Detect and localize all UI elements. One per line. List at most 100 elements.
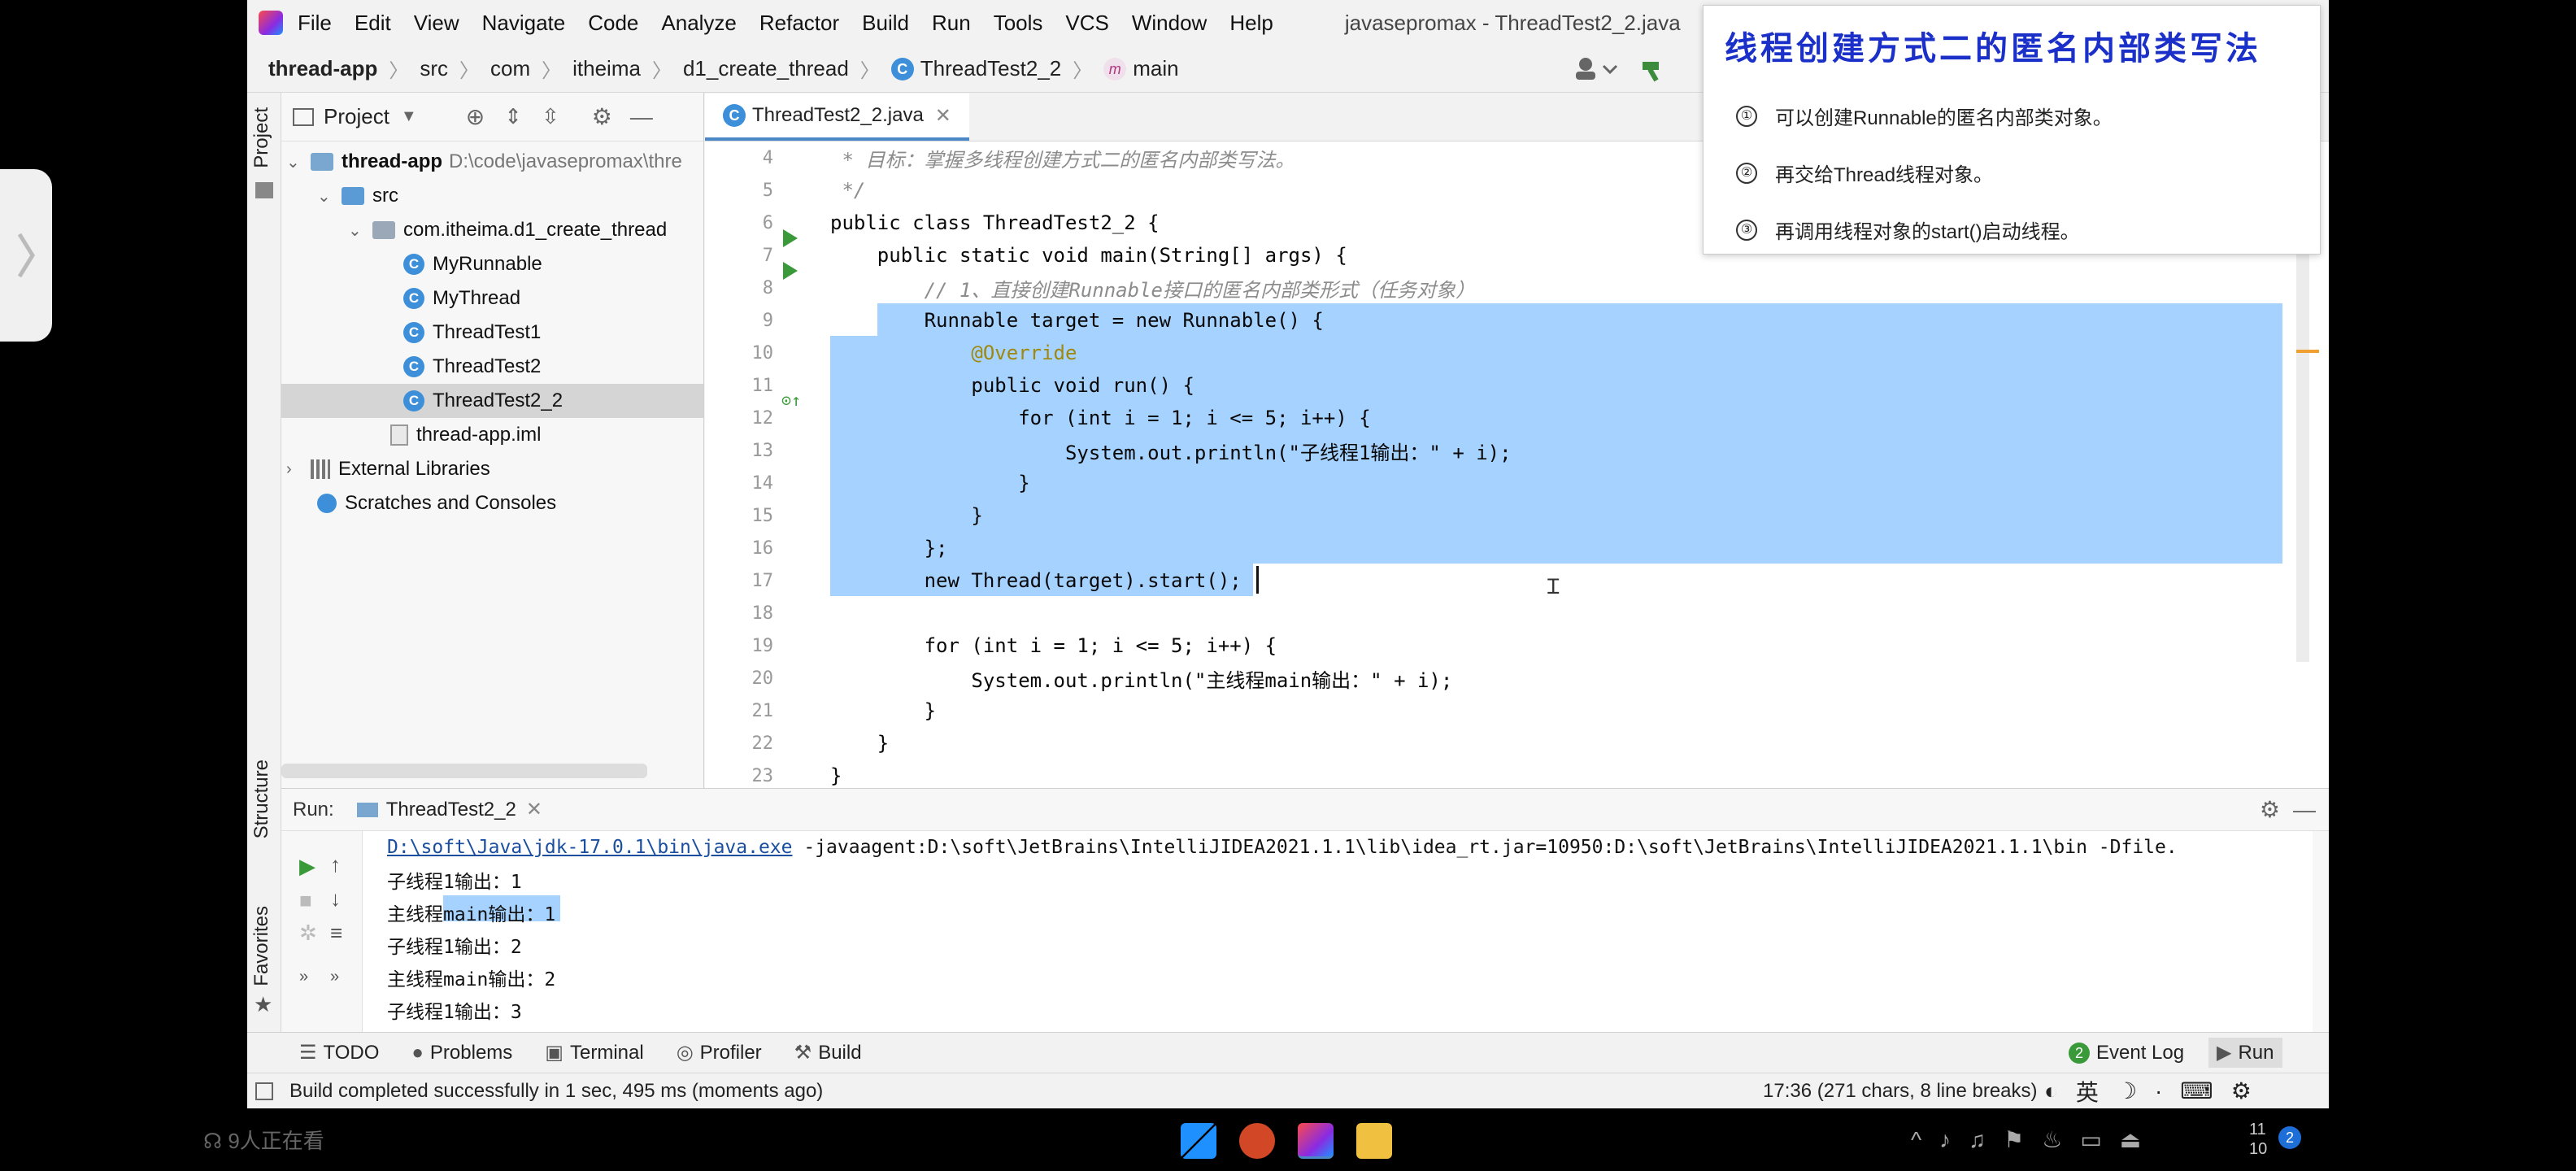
event-log-button[interactable]: 2 Event Log <box>2069 1042 2184 1064</box>
code-text: new Thread(target).start(); <box>830 569 1242 592</box>
menu-vcs[interactable]: VCS <box>1065 11 1108 36</box>
expand-arrow-icon[interactable]: ⌄ <box>317 186 333 207</box>
menu-help[interactable]: Help <box>1229 11 1273 36</box>
stop-icon[interactable]: ■ <box>299 888 312 913</box>
menu-edit[interactable]: Edit <box>355 11 391 36</box>
close-run-tab-icon[interactable]: ✕ <box>526 798 542 821</box>
command-args: -javaagent:D:\soft\JetBrains\IntelliJIDE… <box>792 837 2178 858</box>
breadcrumb-src[interactable]: src <box>420 56 448 81</box>
menu-navigate[interactable]: Navigate <box>482 11 566 36</box>
profiler-tool-button[interactable]: ◎ Profiler <box>677 1041 762 1064</box>
ime-icon[interactable]: ◐ <box>2044 1078 2058 1104</box>
menu-build[interactable]: Build <box>862 11 909 36</box>
code-line: 20 System.out.println("主线程main输出：" + i); <box>705 662 2282 694</box>
system-tray-icons[interactable]: ^♪♫⚑♨▭⏏ <box>1911 1126 2159 1153</box>
settings-gear-icon[interactable]: ⚙ <box>592 103 612 130</box>
menu-tools[interactable]: Tools <box>994 11 1043 36</box>
user-menu-icon[interactable] <box>1573 55 1621 83</box>
favorites-star-icon: ★ <box>254 992 273 1016</box>
project-panel-title[interactable]: Project <box>324 104 389 129</box>
tool-label: Terminal <box>569 1041 644 1064</box>
rerun-icon[interactable]: ▶ <box>299 854 315 879</box>
clock[interactable]: 11 10 <box>2249 1120 2267 1159</box>
tab-project[interactable]: Project <box>250 107 273 168</box>
build-tool-button[interactable]: ⚒ Build <box>794 1041 862 1064</box>
tree-item-mythread[interactable]: C MyThread <box>281 281 703 316</box>
more-icon[interactable]: » <box>299 968 308 986</box>
tree-item-iml[interactable]: thread-app.iml <box>281 418 703 452</box>
menu-file[interactable]: File <box>298 11 332 36</box>
dump-threads-icon[interactable]: ✲ <box>299 921 317 946</box>
horizontal-scrollbar[interactable] <box>281 764 647 778</box>
class-icon: C <box>403 390 424 411</box>
collapse-arrow-icon[interactable]: › <box>286 460 302 479</box>
menu-window[interactable]: Window <box>1132 11 1207 36</box>
hide-panel-icon[interactable]: — <box>2293 797 2316 823</box>
tree-item-src[interactable]: ⌄ src <box>281 179 703 213</box>
locate-icon[interactable]: ⊕ <box>466 103 485 130</box>
keyboard-icon[interactable]: ⌨ <box>2180 1077 2213 1104</box>
file-explorer-icon[interactable] <box>1356 1123 1392 1159</box>
run-config-icon <box>356 802 378 817</box>
code-text: System.out.println("主线程main输出：" + i); <box>830 668 1453 692</box>
breadcrumb-project[interactable]: thread-app <box>268 56 377 81</box>
chevron-right-icon <box>17 233 35 278</box>
run-tab[interactable]: ThreadTest2_2 ✕ <box>356 798 542 821</box>
code-text: public class ThreadTest2_2 { <box>830 211 1160 234</box>
tree-item-myrunnable[interactable]: C MyRunnable <box>281 247 703 281</box>
dropdown-icon[interactable]: ▼ <box>401 107 417 126</box>
build-hammer-icon[interactable] <box>1639 55 1669 83</box>
expand-arrow-icon[interactable]: ⌄ <box>348 220 364 241</box>
code-text: // 1、直接创建Runnable接口的匿名内部类形式（任务对象） <box>830 278 1475 302</box>
menu-code[interactable]: Code <box>588 11 638 36</box>
breadcrumb-package[interactable]: d1_create_thread <box>683 56 849 81</box>
windows-start-icon[interactable] <box>1181 1123 1216 1159</box>
tree-item-threadtest2-2[interactable]: C ThreadTest2_2 <box>281 384 703 418</box>
menu-analyze[interactable]: Analyze <box>661 11 737 36</box>
panel-toggle-icon[interactable] <box>255 1082 273 1100</box>
console-line: 子线程1输出：1 <box>387 872 522 893</box>
breadcrumb-itheima[interactable]: itheima <box>572 56 641 81</box>
settings-gear-icon[interactable]: ⚙ <box>2260 796 2280 823</box>
run-label: Run: <box>293 798 334 821</box>
tree-item-external-libraries[interactable]: › External Libraries <box>281 452 703 486</box>
scroll-up-icon[interactable]: ↑ <box>330 852 341 877</box>
tab-threadtest2-2[interactable]: C ThreadTest2_2.java ✕ <box>705 94 969 141</box>
tree-item-thread-app[interactable]: ⌄ thread-app D:\code\javasepromax\thre <box>281 145 703 179</box>
powerpoint-icon[interactable] <box>1239 1123 1275 1159</box>
run-tool-button[interactable]: ▶ Run <box>2208 1038 2282 1068</box>
side-expand-handle[interactable] <box>0 169 52 342</box>
scroll-down-icon[interactable]: ↓ <box>330 886 341 912</box>
tree-item-package[interactable]: ⌄ com.itheima.d1_create_thread <box>281 213 703 247</box>
tree-item-scratches[interactable]: Scratches and Consoles <box>281 486 703 520</box>
ime-settings-icon[interactable]: ⚙ <box>2231 1077 2252 1104</box>
moon-icon[interactable]: ☽ <box>2117 1077 2137 1104</box>
tree-item-threadtest1[interactable]: C ThreadTest1 <box>281 316 703 350</box>
menu-refactor[interactable]: Refactor <box>759 11 839 36</box>
todo-tool-button[interactable]: ☰ TODO <box>299 1041 379 1064</box>
breadcrumb-com[interactable]: com <box>490 56 530 81</box>
notification-badge[interactable]: 2 <box>2278 1126 2301 1149</box>
collapse-all-icon[interactable]: ⇳ <box>542 104 559 129</box>
java-command-link[interactable]: D:\soft\Java\jdk-17.0.1\bin\java.exe <box>387 837 793 858</box>
terminal-tool-button[interactable]: ▣ Terminal <box>545 1041 643 1064</box>
expand-all-icon[interactable]: ⇕ <box>504 104 522 129</box>
intellij-taskbar-icon[interactable] <box>1298 1123 1334 1159</box>
hide-panel-icon[interactable]: — <box>630 104 653 130</box>
breadcrumb-method[interactable]: main <box>1133 56 1178 81</box>
menu-view[interactable]: View <box>414 11 459 36</box>
expand-arrow-icon[interactable]: ⌄ <box>286 152 302 172</box>
tab-structure[interactable]: Structure <box>250 760 273 838</box>
menu-run[interactable]: Run <box>932 11 971 36</box>
more-icon[interactable]: » <box>330 968 339 986</box>
ime-language[interactable]: 英 <box>2076 1075 2099 1108</box>
tool-label: Profiler <box>699 1041 762 1064</box>
problems-tool-button[interactable]: ● Problems <box>411 1042 512 1064</box>
caret-position[interactable]: 17:36 (271 chars, 8 line breaks) <box>1763 1080 2038 1103</box>
close-tab-icon[interactable]: ✕ <box>935 104 951 128</box>
console-output[interactable]: D:\soft\Java\jdk-17.0.1\bin\java.exe -ja… <box>363 831 2313 1033</box>
soft-wrap-icon[interactable]: ≡ <box>330 921 342 946</box>
tree-item-threadtest2[interactable]: C ThreadTest2 <box>281 350 703 384</box>
tab-favorites[interactable]: Favorites <box>250 906 273 986</box>
breadcrumb-class[interactable]: ThreadTest2_2 <box>920 56 1061 81</box>
